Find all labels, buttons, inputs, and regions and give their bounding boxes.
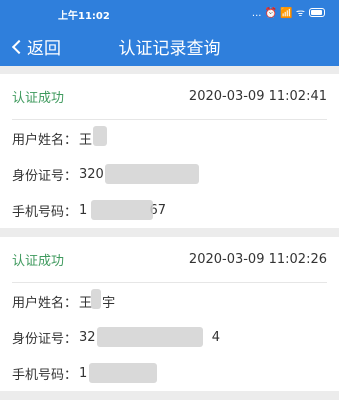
redaction-blur bbox=[91, 288, 102, 309]
name-value: 王 bbox=[79, 125, 108, 148]
id-value: 32 4 bbox=[79, 326, 220, 347]
name-label: 用户姓名： bbox=[12, 295, 78, 311]
redaction-blur bbox=[89, 362, 158, 383]
phone-text: 1 bbox=[79, 202, 88, 218]
name-tail: 宇 bbox=[102, 295, 116, 311]
name-label: 用户姓名： bbox=[12, 132, 78, 148]
app-header: 上午11:02 ... ⏰ 📶 ᯤ 返回 认证记录查询 bbox=[0, 0, 339, 66]
status-icons: ... ⏰ 📶 ᯤ bbox=[252, 5, 325, 19]
phone-row: 手机号码： 1 67 bbox=[12, 192, 327, 228]
record-header: 认证成功 2020-03-09 11:02:26 bbox=[12, 237, 327, 283]
id-value: 320 bbox=[79, 163, 200, 184]
record-card[interactable]: 认证成功 2020-03-09 11:02:41 用户姓名： 王 身份证号： 3… bbox=[0, 74, 339, 228]
phone-value: 1 bbox=[79, 362, 158, 383]
id-text: 320 bbox=[79, 166, 104, 182]
id-row: 身份证号： 320 bbox=[12, 156, 327, 192]
status-text: 认证成功 bbox=[12, 254, 65, 269]
phone-label: 手机号码： bbox=[12, 367, 78, 383]
status-time: 上午11:02 bbox=[58, 11, 110, 22]
redaction-blur bbox=[105, 163, 200, 184]
name-row: 用户姓名： 王 宇 bbox=[12, 283, 327, 319]
page-title: 认证记录查询 bbox=[118, 39, 221, 59]
timestamp: 2020-03-09 11:02:26 bbox=[188, 252, 327, 267]
phone-value: 1 67 bbox=[79, 199, 166, 220]
redaction-blur bbox=[91, 199, 154, 220]
id-label: 身份证号： bbox=[12, 168, 78, 184]
status-indicators: ... ⏰ 📶 ᯤ bbox=[251, 8, 305, 19]
record-list: 认证成功 2020-03-09 11:02:41 用户姓名： 王 身份证号： 3… bbox=[0, 74, 339, 400]
id-label: 身份证号： bbox=[12, 331, 78, 347]
id-text: 32 bbox=[79, 329, 96, 345]
id-tail: 4 bbox=[211, 329, 220, 345]
redaction-blur bbox=[97, 326, 204, 347]
phone-text: 1 bbox=[79, 365, 88, 381]
phone-row: 手机号码： 1 bbox=[12, 355, 327, 391]
redaction-blur bbox=[93, 125, 108, 146]
phone-label: 手机号码： bbox=[12, 204, 78, 220]
name-value: 王 宇 bbox=[79, 288, 116, 311]
status-text: 认证成功 bbox=[12, 91, 65, 106]
record-header: 认证成功 2020-03-09 11:02:41 bbox=[12, 74, 327, 120]
name-row: 用户姓名： 王 bbox=[12, 120, 327, 156]
record-card[interactable]: 认证成功 2020-03-09 11:02:26 用户姓名： 王 宇 身份证号：… bbox=[0, 237, 339, 391]
name-text: 王 bbox=[79, 132, 93, 148]
battery-icon bbox=[309, 7, 325, 17]
id-row: 身份证号： 32 4 bbox=[12, 319, 327, 355]
timestamp: 2020-03-09 11:02:41 bbox=[188, 89, 327, 104]
